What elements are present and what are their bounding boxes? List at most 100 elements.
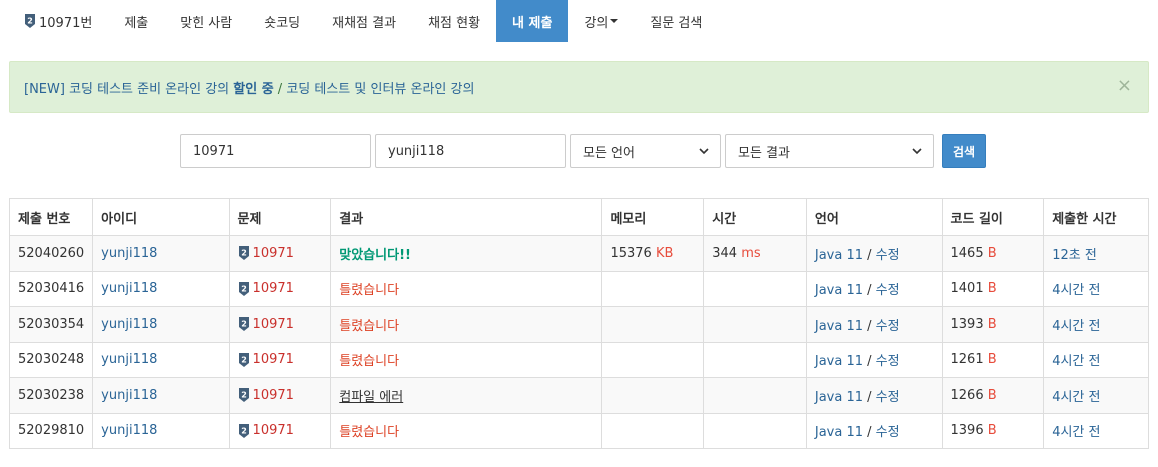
edit-link[interactable]: 수정 <box>876 319 900 334</box>
svg-text:2: 2 <box>241 426 247 435</box>
user-link[interactable]: yunji118 <box>101 281 157 296</box>
language-cell: Java 11 / 수정 <box>805 412 943 449</box>
time-cell <box>703 341 807 378</box>
code-length-value: 1401 <box>950 281 984 297</box>
result-text[interactable]: 틀렸습니다 <box>339 425 399 440</box>
user-link[interactable]: yunji118 <box>101 246 157 261</box>
submitted-time-cell: 4시간 전 <box>1043 412 1149 449</box>
table-row: 52030416 yunji118 2 10971 틀렸습니다 Java 11 … <box>8 270 1149 307</box>
code-length-value: 1396 <box>950 423 984 439</box>
submitted-time-cell: 4시간 전 <box>1043 341 1149 378</box>
result-select[interactable]: 모든 결과 <box>725 134 934 168</box>
alert-link-lecture[interactable]: [NEW] 코딩 테스트 준비 온라인 강의 할인 중 <box>24 82 274 97</box>
svg-text:2: 2 <box>241 249 247 258</box>
result-select-value: 모든 결과 <box>738 145 790 161</box>
result-text[interactable]: 틀렸습니다 <box>339 283 399 298</box>
tier-badge-icon: 2 <box>238 281 249 296</box>
result-cell: 컴파일 에러 <box>330 377 603 414</box>
alert-link-interview[interactable]: 코딩 테스트 및 인터뷰 온라인 강의 <box>286 82 474 97</box>
problem-cell: 2 10971 <box>228 270 332 307</box>
submission-id: 52030354 <box>8 306 94 343</box>
language-link[interactable]: Java 11 <box>815 283 863 298</box>
close-icon[interactable]: × <box>1117 77 1132 95</box>
code-length-unit: B <box>987 316 997 332</box>
nav-submit[interactable]: 제출 <box>108 0 164 42</box>
submitted-time-cell: 4시간 전 <box>1043 306 1149 343</box>
language-select-value: 모든 언어 <box>583 145 635 161</box>
user-link[interactable]: yunji118 <box>101 317 157 332</box>
code-length-unit: B <box>987 423 997 439</box>
language-link[interactable]: Java 11 <box>815 248 863 263</box>
nav-lecture-dropdown[interactable]: 강의 <box>568 0 634 42</box>
nav-rejudge-result[interactable]: 재채점 결과 <box>316 0 412 42</box>
user-link-cell: yunji118 <box>92 341 230 378</box>
nav-status[interactable]: 채점 현황 <box>412 0 496 42</box>
problem-link[interactable]: 10971 <box>253 352 294 367</box>
search-form: 10971 yunji118 모든 언어 모든 결과 검색 <box>180 134 986 168</box>
result-text[interactable]: 맞았습니다!! <box>339 248 411 263</box>
result-text[interactable]: 틀렸습니다 <box>339 354 399 369</box>
problem-cell: 2 10971 <box>228 341 332 378</box>
nav-my-submissions[interactable]: 내 제출 <box>496 0 569 42</box>
user-link[interactable]: yunji118 <box>101 423 157 438</box>
edit-link[interactable]: 수정 <box>876 390 900 405</box>
tier-badge-icon: 2 <box>25 14 35 28</box>
problem-link[interactable]: 10971 <box>253 388 294 403</box>
submitted-time-link[interactable]: 4시간 전 <box>1052 390 1100 405</box>
user-link[interactable]: yunji118 <box>101 352 157 367</box>
time-unit: ms <box>741 245 761 261</box>
code-length-unit: B <box>987 387 997 403</box>
edit-link[interactable]: 수정 <box>876 354 900 369</box>
search-button[interactable]: 검색 <box>942 134 986 168</box>
nav-question-search[interactable]: 질문 검색 <box>634 0 718 42</box>
svg-text:2: 2 <box>241 355 247 364</box>
submitted-time-link[interactable]: 4시간 전 <box>1052 283 1100 298</box>
table-row: 52030354 yunji118 2 10971 틀렸습니다 Java 11 … <box>8 306 1149 343</box>
language-link[interactable]: Java 11 <box>815 425 863 440</box>
submitted-time-link[interactable]: 12초 전 <box>1052 248 1097 263</box>
language-link[interactable]: Java 11 <box>815 390 863 405</box>
memory-cell <box>601 341 705 378</box>
code-length-cell: 1465 B <box>941 235 1045 272</box>
time-cell <box>703 270 807 307</box>
memory-cell <box>601 412 705 449</box>
problem-id-input[interactable]: 10971 <box>180 134 371 168</box>
edit-link[interactable]: 수정 <box>876 283 900 298</box>
language-select[interactable]: 모든 언어 <box>570 134 721 168</box>
nav-problem[interactable]: 2 10971번 <box>10 0 108 42</box>
problem-link[interactable]: 10971 <box>253 281 294 296</box>
table-row: 52030248 yunji118 2 10971 틀렸습니다 Java 11 … <box>8 341 1149 378</box>
user-id-input[interactable]: yunji118 <box>375 134 566 168</box>
code-length-cell: 1393 B <box>941 306 1045 343</box>
submitted-time-link[interactable]: 4시간 전 <box>1052 354 1100 369</box>
code-length-value: 1261 <box>950 352 984 368</box>
time-cell: 344 ms <box>703 235 807 272</box>
language-separator: / <box>867 318 872 334</box>
nav-short-coding[interactable]: 숏코딩 <box>248 0 316 42</box>
result-text[interactable]: 틀렸습니다 <box>339 319 399 334</box>
submitted-time-link[interactable]: 4시간 전 <box>1052 319 1100 334</box>
edit-link[interactable]: 수정 <box>876 248 900 263</box>
chevron-down-icon <box>699 148 709 155</box>
problem-link[interactable]: 10971 <box>253 246 294 261</box>
problem-link[interactable]: 10971 <box>253 317 294 332</box>
caret-down-icon <box>610 19 619 23</box>
problem-link[interactable]: 10971 <box>253 423 294 438</box>
nav-solved-users[interactable]: 맞힌 사람 <box>164 0 248 42</box>
submitted-time-link[interactable]: 4시간 전 <box>1052 425 1100 440</box>
alert-prefix: [NEW] 코딩 테스트 준비 온라인 강의 <box>24 81 234 97</box>
user-link[interactable]: yunji118 <box>101 388 157 403</box>
edit-link[interactable]: 수정 <box>876 425 900 440</box>
language-link[interactable]: Java 11 <box>815 319 863 334</box>
result-text[interactable]: 컴파일 에러 <box>339 390 403 405</box>
status-table: 제출 번호 아이디 문제 결과 메모리 시간 언어 코드 길이 제출한 시간 5… <box>8 198 1149 449</box>
result-cell: 틀렸습니다 <box>330 270 603 307</box>
tier-badge-icon: 2 <box>238 388 249 403</box>
code-length-cell: 1266 B <box>941 377 1045 414</box>
code-length-unit: B <box>987 352 997 368</box>
table-body: 52040260 yunji118 2 10971 맞았습니다!! 15376 … <box>8 235 1149 449</box>
header-result: 결과 <box>330 198 603 236</box>
language-link[interactable]: Java 11 <box>815 354 863 369</box>
svg-text:2: 2 <box>241 391 247 400</box>
svg-text:2: 2 <box>241 320 247 329</box>
